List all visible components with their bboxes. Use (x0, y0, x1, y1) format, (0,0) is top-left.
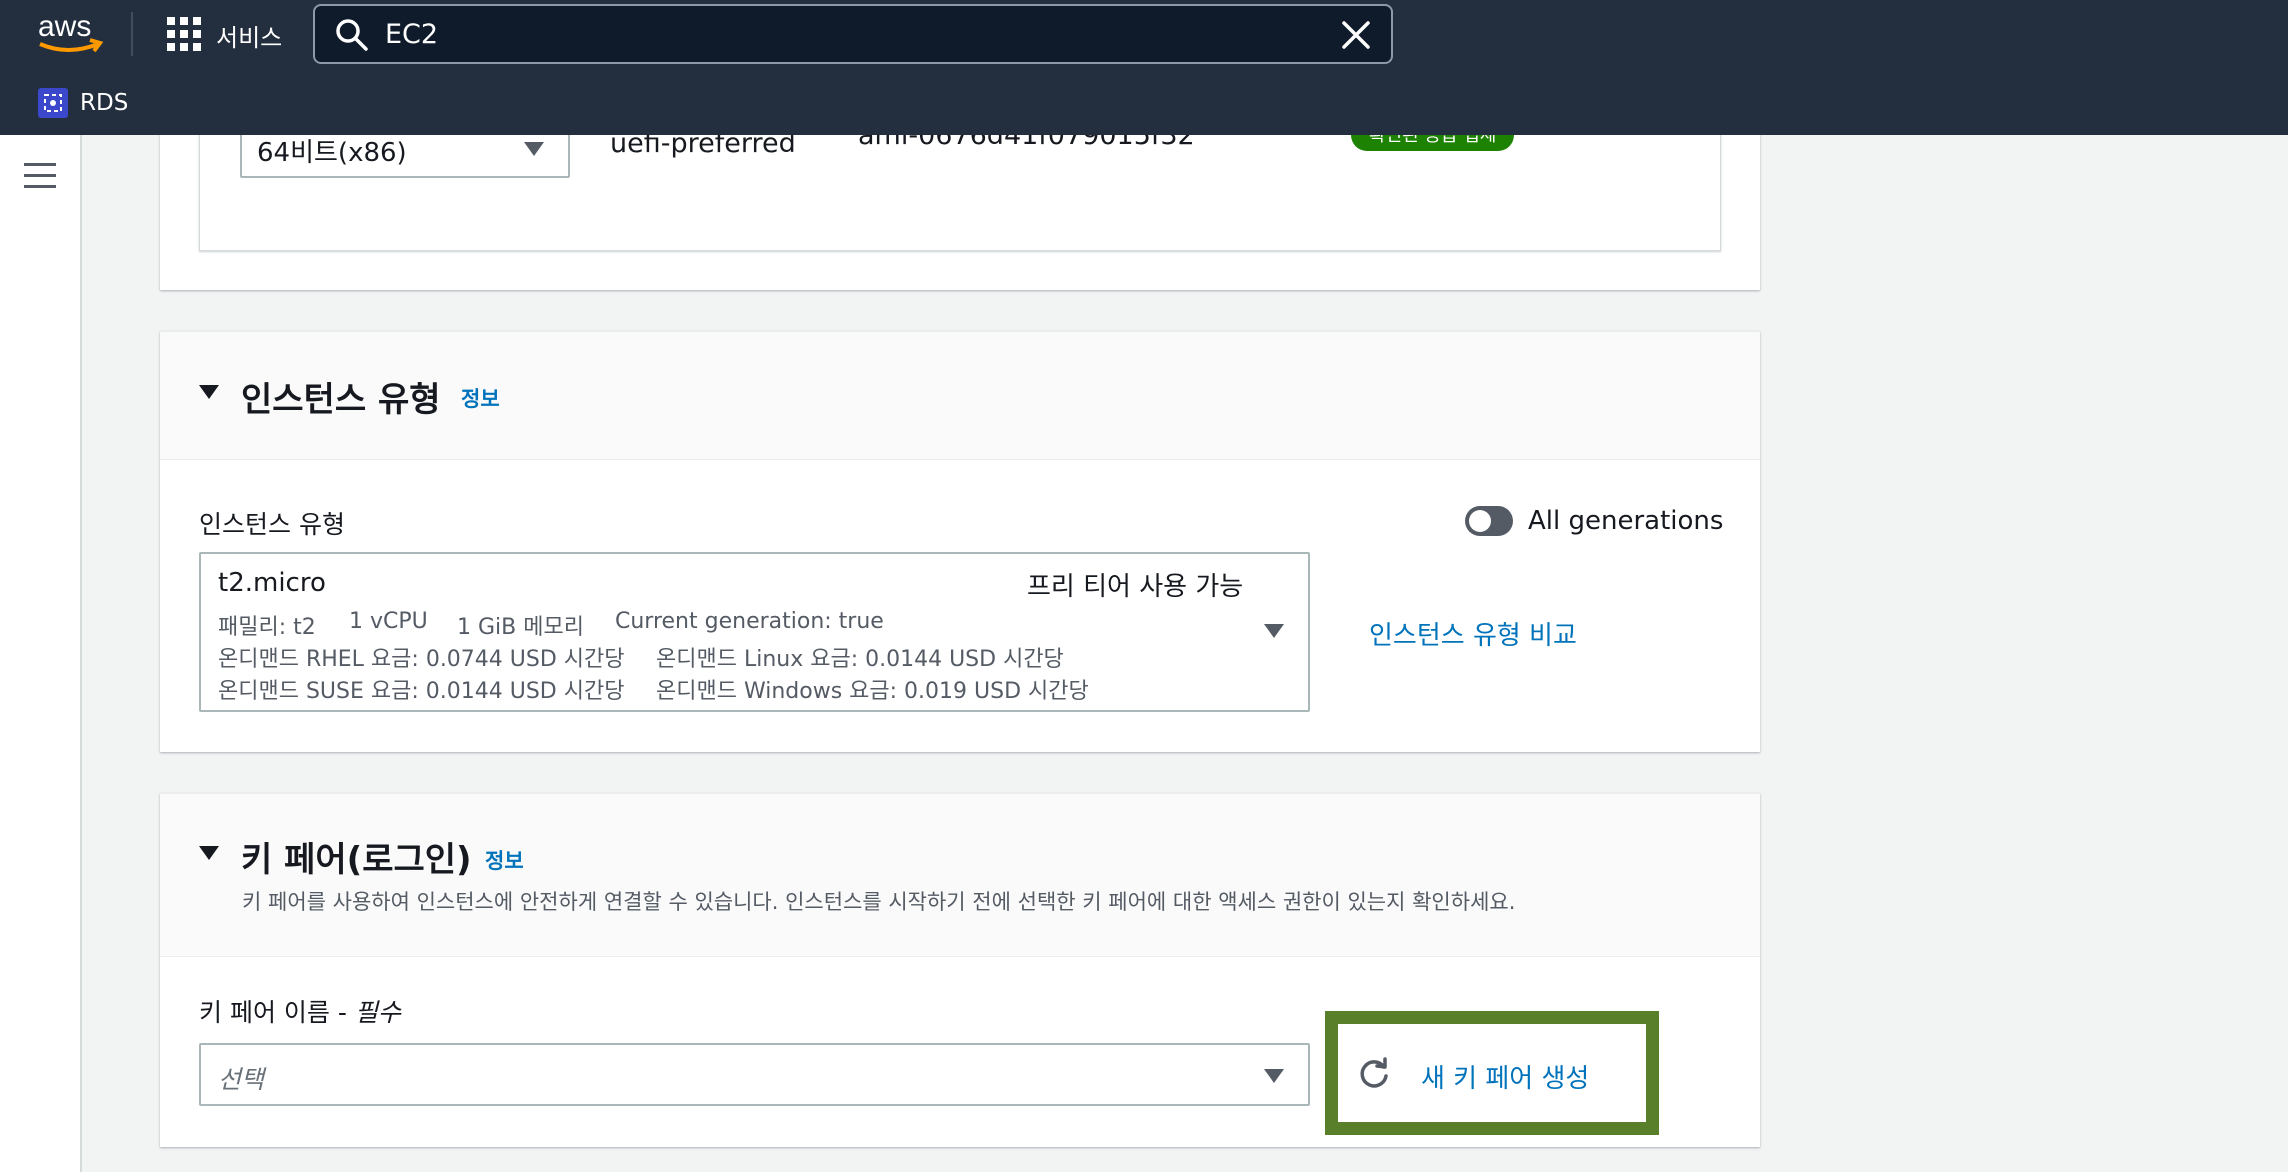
memory-value: 1 GiB 메모리 (457, 615, 584, 640)
instance-type-panel: 인스턴스 유형 정보 인스턴스 유형 All generations t2.mi… (160, 331, 1760, 752)
create-key-pair-button[interactable]: 새 키 페어 생성 (1338, 1024, 1646, 1122)
vcpu-value: 1 vCPU (349, 609, 428, 634)
instance-type-field-label: 인스턴스 유형 (199, 510, 345, 539)
create-key-pair-highlight: 새 키 페어 생성 (1325, 1011, 1659, 1135)
key-pair-field-label-text: 키 페어 이름 - (199, 998, 355, 1027)
key-pair-info-link[interactable]: 정보 (485, 845, 524, 875)
key-pair-select-placeholder: 선택 (218, 1065, 265, 1094)
free-tier-label: 프리 티어 사용 가능 (1027, 572, 1244, 602)
key-pair-field-label: 키 페어 이름 - 필수 (199, 993, 401, 1029)
key-pair-select[interactable]: 선택 (199, 1043, 1310, 1106)
create-key-pair-label: 새 키 페어 생성 (1421, 1064, 1590, 1094)
instance-type-title: 인스턴스 유형 (241, 380, 441, 420)
collapse-caret-icon[interactable] (199, 385, 219, 399)
key-pair-description: 키 페어를 사용하여 인스턴스에 안전하게 연결할 수 있습니다. 인스턴스를 … (242, 890, 1516, 914)
search-bar[interactable] (313, 4, 1393, 64)
svg-text:aws: aws (38, 10, 91, 43)
linux-price: 온디맨드 Linux 요금: 0.0144 USD 시간당 (656, 647, 1064, 672)
clear-search-icon[interactable] (1341, 20, 1371, 50)
key-pair-panel: 키 페어(로그인) 정보 키 페어를 사용하여 인스턴스에 안전하게 연결할 수… (160, 793, 1760, 1147)
family-value: 패밀리: t2 (218, 615, 316, 640)
key-pair-title: 키 페어(로그인) (241, 840, 472, 880)
chevron-down-icon (1264, 1069, 1284, 1083)
nav-divider (131, 12, 133, 56)
required-marker: 필수 (354, 998, 401, 1027)
top-navigation: aws 서비스 RDS (0, 0, 2288, 135)
search-icon (336, 19, 368, 51)
toggle-knob (1469, 510, 1491, 532)
chevron-down-icon (524, 142, 544, 156)
instance-type-select[interactable]: t2.micro 프리 티어 사용 가능 패밀리: t2 1 vCPU 1 Gi… (199, 552, 1310, 712)
windows-price: 온디맨드 Windows 요금: 0.019 USD 시간당 (656, 679, 1089, 704)
all-generations-label: All generations (1528, 506, 1724, 536)
architecture-select-value: 64비트(x86) (257, 138, 407, 168)
refresh-icon (1360, 1057, 1388, 1088)
instance-type-info-link[interactable]: 정보 (461, 383, 500, 413)
side-navigation-rail (0, 135, 82, 1172)
chevron-down-icon (1264, 624, 1284, 638)
favorite-service-rds[interactable]: RDS (80, 90, 128, 116)
all-generations-toggle[interactable] (1465, 506, 1513, 536)
menu-icon[interactable] (24, 163, 56, 193)
services-menu-label[interactable]: 서비스 (216, 18, 282, 53)
rhel-price: 온디맨드 RHEL 요금: 0.0744 USD 시간당 (218, 647, 625, 672)
suse-price: 온디맨드 SUSE 요금: 0.0144 USD 시간당 (218, 679, 625, 704)
search-input[interactable] (385, 12, 1285, 56)
compare-instance-types-link[interactable]: 인스턴스 유형 비교 (1369, 615, 1577, 652)
aws-logo[interactable]: aws (36, 6, 106, 56)
services-grid-icon[interactable] (166, 16, 202, 52)
instance-type-name: t2.micro (218, 568, 326, 598)
current-generation-value: Current generation: true (615, 609, 884, 634)
instance-type-header: 인스턴스 유형 정보 (160, 332, 1760, 460)
collapse-caret-icon[interactable] (199, 846, 219, 860)
key-pair-header: 키 페어(로그인) 정보 키 페어를 사용하여 인스턴스에 안전하게 연결할 수… (160, 794, 1760, 957)
rds-icon[interactable] (38, 88, 68, 118)
